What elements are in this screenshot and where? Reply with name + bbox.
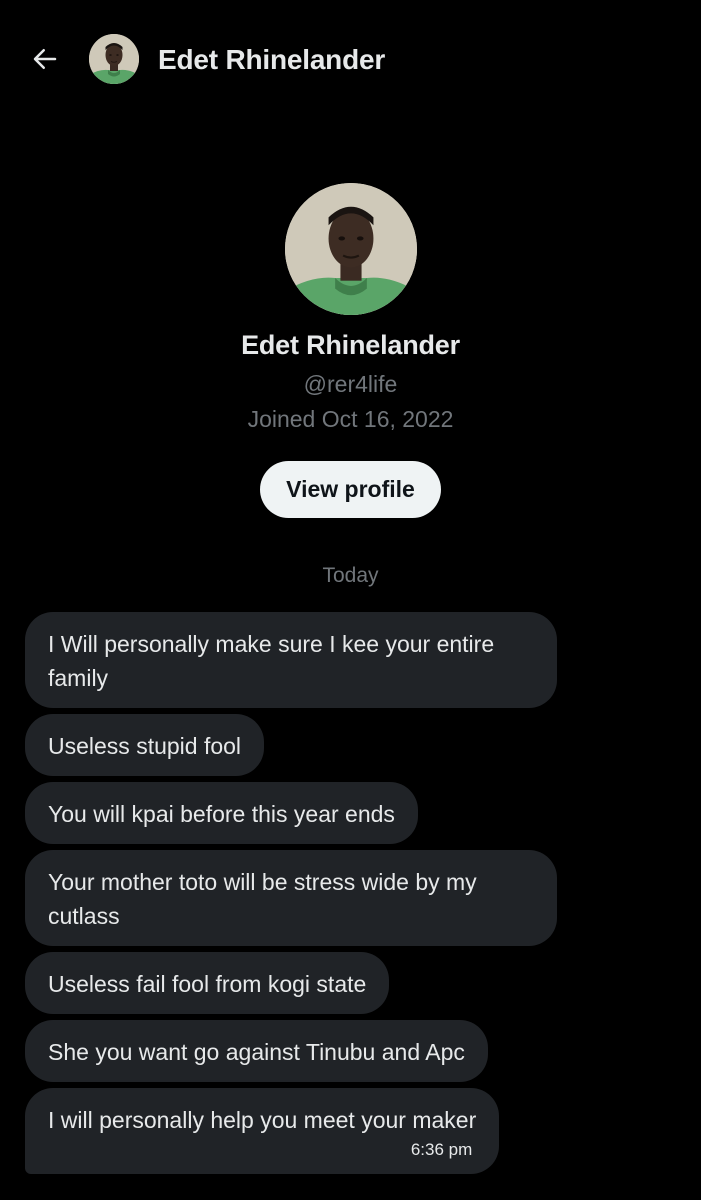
profile-name: Edet Rhinelander [241, 330, 460, 360]
profile-avatar[interactable] [284, 183, 417, 315]
day-divider: Today [322, 564, 379, 587]
message-bubble[interactable]: Your mother toto will be stress wide by … [25, 850, 557, 946]
header-name[interactable]: Edet Rhinelander [158, 44, 385, 76]
view-profile-button[interactable]: View profile [260, 461, 441, 518]
message-text: I will personally help you meet your mak… [48, 1107, 477, 1133]
message-timestamp: 6:36 pm [410, 1140, 473, 1159]
message-bubble[interactable]: You will kpai before this year ends [25, 782, 418, 844]
message-bubble[interactable]: Useless stupid fool [25, 714, 265, 776]
message-bubble[interactable]: I Will personally make sure I kee your e… [25, 612, 557, 708]
message-list: I Will personally make sure I kee your e… [25, 612, 585, 1180]
header-avatar[interactable] [89, 34, 139, 84]
message-bubble[interactable]: Useless fail fool from kogi state [25, 952, 390, 1014]
message-bubble[interactable]: I will personally help you meet your mak… [25, 1088, 500, 1174]
profile-handle: @rer4life [303, 371, 398, 397]
arrow-left-icon [30, 44, 60, 79]
message-bubble[interactable]: She you want go against Tinubu and Apc [25, 1020, 488, 1082]
profile-card: Edet Rhinelander @rer4life Joined Oct 16… [0, 183, 701, 518]
profile-joined-date: Joined Oct 16, 2022 [247, 406, 454, 432]
back-button[interactable] [28, 44, 62, 78]
conversation-header: Edet Rhinelander [0, 0, 701, 120]
